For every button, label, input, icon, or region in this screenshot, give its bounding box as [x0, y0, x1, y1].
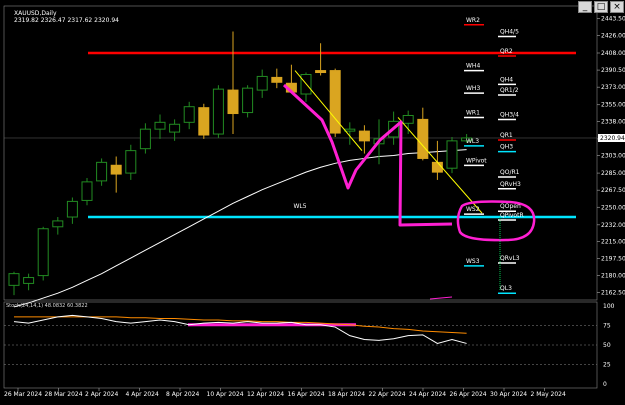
pivot-label-left: WS2 [466, 206, 480, 213]
y-axis-tick-label: 2443.50 [601, 15, 625, 22]
pivot-label-left: WR2 [466, 17, 480, 24]
x-axis-tick-label: 10 Apr 2024 [207, 391, 244, 398]
y-axis-tick-label: 2408.00 [601, 50, 625, 57]
trend-line-1 [294, 70, 363, 151]
x-axis-tick-label: 4 Apr 2024 [126, 391, 159, 398]
pivot-label-left: WH3 [466, 85, 480, 92]
pivot-label-left: WS3 [466, 258, 480, 265]
window-controls: _ □ × [577, 0, 625, 14]
candle-body [110, 164, 122, 175]
y-axis-tick-label: 2232.00 [601, 222, 625, 229]
small-magenta-mark [429, 296, 453, 300]
stochastic-tick-label: 0 [603, 381, 607, 388]
y-axis-tick-label: 2215.00 [601, 238, 625, 245]
x-axis-tick-label: 30 Apr 2024 [490, 391, 527, 398]
candle-body [402, 114, 414, 124]
stochastic-tick-label: 25 [603, 362, 611, 369]
x-axis-tick-label: 18 Apr 2024 [328, 391, 365, 398]
y-axis-tick-label: 2338.00 [601, 118, 625, 125]
pivot-label-right: QH3 [500, 144, 513, 151]
pivot-label-right: QH3/4 [500, 111, 519, 118]
pivot-label-left: WPivot [466, 157, 487, 164]
pivot-label-right: QPivotR [500, 212, 524, 219]
candle-body [315, 70, 327, 74]
candle-body [446, 140, 458, 169]
candle-body [183, 106, 195, 123]
y-axis-tick-label: 2426.00 [601, 32, 625, 39]
pivot-label-right: QR1 [500, 132, 513, 139]
pivot-label-right: QR1/2 [500, 87, 519, 94]
pivot-label-left: WR1 [466, 110, 480, 117]
candle-body [256, 75, 268, 91]
candle-body [198, 107, 210, 136]
pivot-label-right: QL3 [500, 285, 512, 292]
candle-body [431, 161, 443, 173]
close-button[interactable]: × [610, 1, 624, 13]
y-axis-tick-label: 2267.50 [601, 187, 625, 194]
y-axis-tick-label: 2197.50 [601, 256, 625, 263]
candle-body [227, 89, 239, 115]
current-price-label: 2320.94 [600, 135, 625, 142]
wl5-label: WL5 [293, 203, 306, 210]
x-axis-tick-label: 24 Apr 2024 [409, 391, 446, 398]
candle-body [52, 220, 64, 228]
pivot-label-right: QH4/5 [500, 28, 519, 35]
stochastic-tick-label: 75 [603, 323, 611, 330]
chart-window[interactable]: 2443.50 2426.00 2408.00 2390.50 2373.00 2355.… [0, 0, 625, 405]
pivot-label-right: QR2 [500, 48, 513, 55]
moving-average-line [13, 149, 467, 308]
candle-body [81, 181, 93, 201]
stochastic-main-line [13, 314, 467, 344]
x-axis-tick-label: 26 Mar 2024 [4, 391, 42, 398]
minimize-button[interactable]: _ [578, 1, 592, 13]
candle-body [125, 150, 137, 174]
chart-title: XAUUSD,Daily [14, 10, 57, 17]
x-axis-tick-label: 16 Apr 2024 [288, 391, 325, 398]
pivot-label-left: WH4 [466, 63, 480, 70]
x-axis-tick-label: 12 Apr 2024 [247, 391, 284, 398]
stochastic-tick-label: 50 [603, 342, 611, 349]
pivot-label-right: QH4 [500, 76, 513, 83]
candle-body [8, 273, 20, 286]
candle-body [329, 70, 341, 134]
candle-body [358, 130, 370, 142]
candle-body [417, 118, 429, 159]
candle-body [154, 121, 166, 130]
chart-canvas[interactable]: 2443.50 2426.00 2408.00 2390.50 2373.00 2355.… [0, 0, 625, 405]
pivot-label-left: WL3 [466, 138, 479, 145]
y-axis-tick-label: 2162.50 [601, 290, 625, 297]
candle-body [139, 128, 151, 150]
x-axis-tick-label: 26 Apr 2024 [450, 391, 487, 398]
stochastic-label: Stoch(24,14,1) 48.0832 60.3822 [6, 303, 88, 309]
x-axis-tick-label: 2 May 2024 [531, 391, 566, 398]
candle-body [96, 161, 108, 182]
y-axis-tick-label: 2250.00 [601, 204, 625, 211]
y-axis-tick-label: 2373.00 [601, 84, 625, 91]
candle-body [242, 87, 254, 114]
pivot-label-right: QOpen [500, 203, 521, 210]
y-axis-tick-label: 2285.00 [601, 170, 625, 177]
pivot-label-right: QRvL3 [500, 255, 520, 262]
y-axis-tick-label: 2390.50 [601, 67, 625, 74]
pivot-label-right: QO/R1 [500, 169, 520, 176]
candle-body [37, 228, 49, 277]
x-axis-tick-label: 22 Apr 2024 [369, 391, 406, 398]
candle-body [212, 88, 224, 135]
y-axis-tick-label: 2355.00 [601, 102, 625, 109]
x-axis-tick-label: 2 Apr 2024 [85, 391, 118, 398]
stochastic-tick-label: 100 [603, 303, 615, 310]
candle-body [169, 123, 181, 133]
pivot-label-right: QRvH3 [500, 181, 521, 188]
y-axis-tick-label: 2180.00 [601, 273, 625, 280]
candle-body [271, 76, 283, 83]
candle-body [23, 277, 35, 284]
x-axis-tick-label: 28 Mar 2024 [45, 391, 83, 398]
y-axis-tick-label: 2303.00 [601, 153, 625, 160]
candle-body [344, 128, 356, 132]
candle-body [66, 200, 78, 218]
x-axis-tick-label: 8 Apr 2024 [166, 391, 199, 398]
ohlc-readout: 2319.82 2326.47 2317.62 2320.94 [14, 17, 119, 24]
maximize-button[interactable]: □ [594, 1, 608, 13]
